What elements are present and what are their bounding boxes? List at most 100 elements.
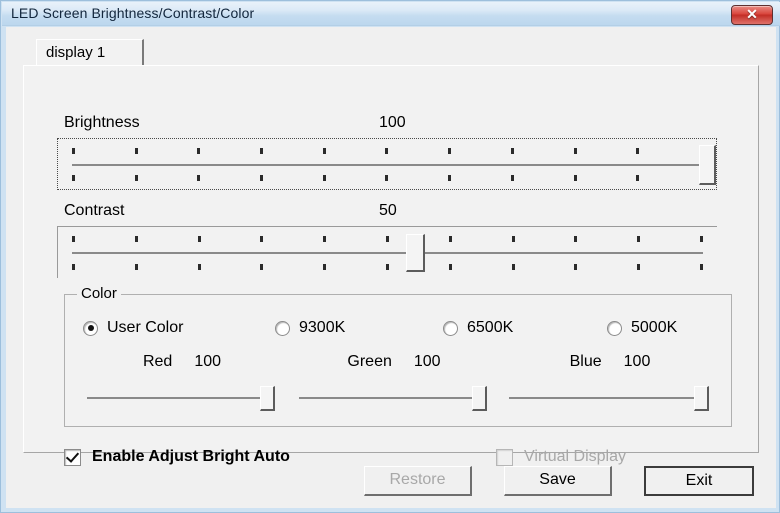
radio-selected-icon	[83, 320, 98, 336]
tick-mark	[385, 175, 389, 181]
tick-mark	[322, 148, 326, 154]
tick-mark	[197, 175, 201, 181]
tick-mark	[260, 175, 264, 181]
red-value: 100	[194, 353, 222, 370]
close-icon: ✕	[746, 6, 758, 22]
tick-mark	[573, 175, 577, 181]
tick-mark	[197, 148, 201, 154]
tick-mark	[72, 264, 75, 270]
tick-mark	[448, 148, 452, 154]
tick-mark	[134, 236, 138, 242]
radio-unselected-icon	[607, 320, 622, 336]
tick-mark	[574, 236, 578, 242]
tick-mark	[260, 264, 264, 270]
tick-mark	[134, 148, 138, 154]
red-slider-thumb[interactable]	[260, 386, 275, 411]
tick-mark	[510, 175, 514, 181]
contrast-slider-thumb[interactable]	[406, 234, 425, 272]
tick-mark	[511, 264, 515, 270]
brightness-ticks-top	[72, 148, 702, 154]
contrast-ticks-bottom	[72, 264, 703, 270]
brightness-value: 100	[379, 114, 406, 131]
radio-unselected-icon	[275, 320, 290, 336]
radio-user-color-label: User Color	[107, 319, 184, 336]
window-title: LED Screen Brightness/Contrast/Color	[11, 5, 255, 21]
contrast-track	[72, 252, 703, 254]
radio-5000k[interactable]: 5000K	[607, 317, 677, 339]
tab-display-1[interactable]: display 1	[36, 39, 144, 66]
brightness-label: Brightness	[64, 114, 140, 131]
brightness-slider-thumb[interactable]	[699, 145, 716, 185]
green-caption: Green 100	[295, 353, 493, 371]
radio-user-color[interactable]: User Color	[83, 317, 183, 339]
color-group-title: Color	[77, 285, 121, 302]
tick-mark	[385, 264, 389, 270]
checkbox-virtual-display-label: Virtual Display	[524, 448, 626, 465]
green-label: Green	[347, 353, 392, 370]
green-slider-thumb[interactable]	[472, 386, 487, 411]
tick-mark	[510, 148, 514, 154]
save-button[interactable]: Save	[504, 466, 612, 496]
blue-caption: Blue 100	[505, 353, 715, 371]
red-label: Red	[142, 353, 173, 370]
tick-mark	[72, 148, 75, 154]
green-channel: Green 100	[295, 353, 493, 413]
brightness-track	[72, 164, 702, 166]
checkbox-enable-adjust-bright-auto-label: Enable Adjust Bright Auto	[92, 448, 290, 465]
red-channel: Red 100	[83, 353, 281, 413]
blue-track	[509, 397, 705, 399]
blue-channel: Blue 100	[505, 353, 715, 413]
contrast-label: Contrast	[64, 202, 125, 219]
contrast-ticks-top	[72, 236, 703, 242]
tick-mark	[385, 236, 389, 242]
dialog-body: display 1 Brightness 100 Contrast 50 Col…	[6, 27, 776, 508]
blue-value: 100	[623, 353, 651, 370]
close-button[interactable]: ✕	[731, 5, 773, 25]
tick-mark	[197, 236, 201, 242]
tick-mark	[134, 175, 138, 181]
tick-mark	[448, 264, 452, 270]
tick-mark	[637, 236, 641, 242]
green-track	[299, 397, 483, 399]
tick-mark	[322, 175, 326, 181]
blue-slider[interactable]	[505, 385, 715, 411]
tab-display-1-label: display 1	[46, 44, 106, 61]
tick-mark	[448, 175, 452, 181]
red-caption: Red 100	[83, 353, 281, 371]
tick-mark	[448, 236, 452, 242]
tick-mark	[72, 236, 75, 242]
tick-mark	[385, 148, 389, 154]
blue-slider-thumb[interactable]	[694, 386, 709, 411]
blue-label: Blue	[569, 353, 602, 370]
tab-panel-display-1: Brightness 100 Contrast 50 Color User Co…	[23, 65, 759, 466]
tick-mark	[323, 236, 327, 242]
red-slider[interactable]	[83, 385, 281, 411]
restore-button: Restore	[364, 466, 472, 496]
radio-9300k-label: 9300K	[299, 319, 346, 336]
radio-6500k[interactable]: 6500K	[443, 317, 513, 339]
tick-mark	[260, 236, 264, 242]
checkbox-checked-icon	[64, 448, 81, 466]
red-track	[87, 397, 271, 399]
checkbox-virtual-display: Virtual Display	[496, 448, 626, 466]
tick-mark	[197, 264, 201, 270]
dialog-window: LED Screen Brightness/Contrast/Color ✕ d…	[0, 0, 780, 513]
tick-mark	[260, 148, 264, 154]
green-slider[interactable]	[295, 385, 493, 411]
tick-mark	[699, 236, 703, 242]
contrast-slider[interactable]	[57, 226, 717, 278]
radio-5000k-label: 5000K	[631, 319, 678, 336]
tick-mark	[699, 264, 703, 270]
tick-mark	[323, 264, 327, 270]
tick-mark	[134, 264, 138, 270]
radio-9300k[interactable]: 9300K	[275, 317, 345, 339]
radio-unselected-icon	[443, 320, 458, 336]
title-bar[interactable]: LED Screen Brightness/Contrast/Color ✕	[2, 2, 780, 26]
contrast-value: 50	[379, 202, 397, 219]
radio-6500k-label: 6500K	[467, 319, 514, 336]
exit-button[interactable]: Exit	[644, 466, 754, 496]
checkbox-enable-adjust-bright-auto[interactable]: Enable Adjust Bright Auto	[64, 448, 290, 466]
tick-mark	[574, 264, 578, 270]
brightness-slider[interactable]	[57, 138, 717, 190]
color-group-box: Color User Color 9300K 6500K 5000K Red 1…	[64, 285, 732, 427]
